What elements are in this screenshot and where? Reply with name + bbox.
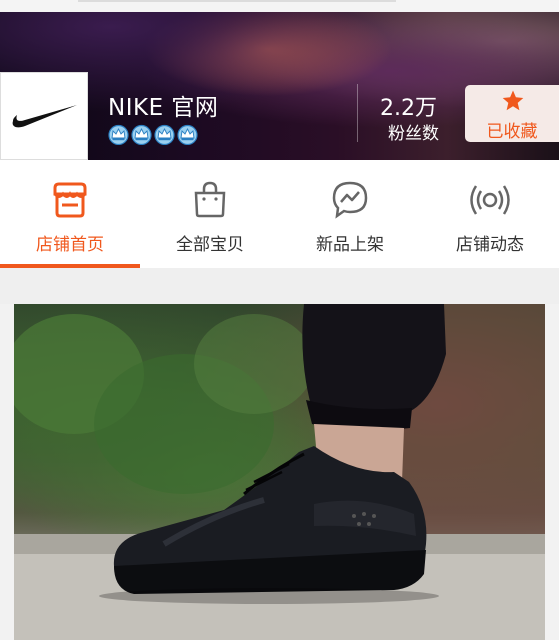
favorite-label: 已收藏 bbox=[486, 122, 538, 142]
tab-all-items[interactable]: 全部宝贝 bbox=[140, 160, 280, 268]
product-banner-image[interactable] bbox=[14, 304, 545, 640]
crown-icon bbox=[154, 124, 175, 145]
fans-label: 粉丝数 bbox=[388, 124, 439, 144]
fans-count: 2.2万 bbox=[380, 96, 437, 121]
top-strip bbox=[0, 0, 559, 12]
shop-rating-crowns bbox=[108, 124, 198, 145]
tab-label: 全部宝贝 bbox=[176, 235, 244, 255]
shop-tab-bar: 店铺首页 全部宝贝 新品上架 店铺动态 bbox=[0, 160, 559, 268]
crown-icon bbox=[108, 124, 129, 145]
black-sneaker-photo bbox=[14, 304, 545, 640]
section-gap bbox=[0, 268, 559, 304]
tab-shop-feed[interactable]: 店铺动态 bbox=[420, 160, 559, 268]
shop-name[interactable]: NIKE 官网 bbox=[108, 88, 218, 122]
tab-shop-home[interactable]: 店铺首页 bbox=[0, 160, 140, 268]
favorite-button[interactable]: 已收藏 bbox=[465, 85, 559, 142]
store-icon bbox=[53, 182, 87, 218]
star-icon bbox=[502, 90, 524, 111]
header-divider bbox=[357, 84, 358, 142]
crown-icon bbox=[177, 124, 198, 145]
shopping-bag-icon bbox=[194, 181, 226, 218]
crown-icon bbox=[131, 124, 152, 145]
tab-label: 新品上架 bbox=[316, 235, 384, 255]
new-arrival-bolt-icon bbox=[332, 181, 368, 219]
top-divider bbox=[78, 0, 396, 2]
broadcast-icon bbox=[470, 185, 510, 215]
nike-swoosh-icon bbox=[12, 105, 77, 128]
tab-label: 店铺首页 bbox=[36, 235, 104, 255]
shop-logo[interactable] bbox=[0, 72, 88, 160]
tab-label: 店铺动态 bbox=[456, 235, 524, 255]
tab-new-arrivals[interactable]: 新品上架 bbox=[280, 160, 420, 268]
